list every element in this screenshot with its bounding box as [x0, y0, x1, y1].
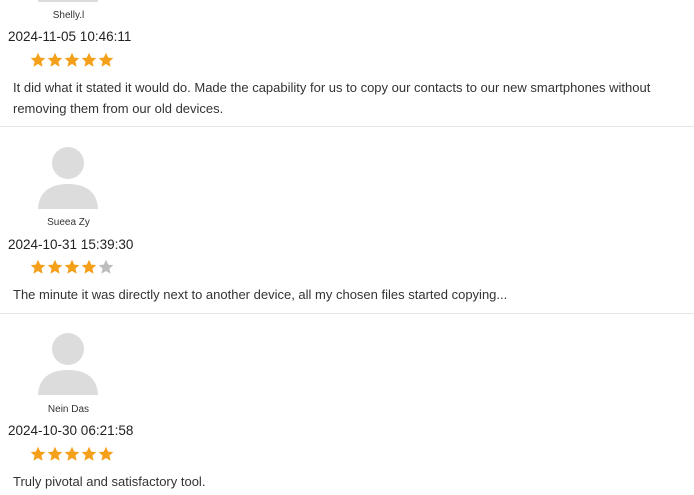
star-filled-icon [81, 52, 97, 68]
star-rating [30, 446, 114, 462]
divider [0, 313, 694, 314]
star-rating [30, 259, 114, 275]
reviewer-name: Nein Das [47, 404, 90, 415]
star-filled-icon [47, 52, 63, 68]
review-text: The minute it was directly next to anoth… [13, 287, 508, 302]
reviewer-name: Sueea Zy [47, 217, 90, 228]
user-avatar [36, 0, 100, 6]
review-text: Truly pivotal and satisfactory tool. [13, 474, 206, 489]
star-filled-icon [64, 259, 80, 275]
review-date: 2024-10-31 15:39:30 [8, 237, 134, 252]
user-avatar [36, 141, 100, 211]
star-filled-icon [64, 52, 80, 68]
star-filled-icon [81, 446, 97, 462]
review-text: It did what it stated it would do. Made … [13, 80, 651, 116]
star-rating [30, 52, 114, 68]
review-date: 2024-10-30 06:21:58 [8, 423, 134, 438]
star-filled-icon [81, 259, 97, 275]
user-avatar [36, 327, 100, 397]
star-filled-icon [47, 259, 63, 275]
star-empty-icon [98, 259, 114, 275]
review-date: 2024-11-05 10:46:11 [8, 29, 132, 44]
divider [0, 126, 694, 127]
star-filled-icon [47, 446, 63, 462]
star-filled-icon [30, 52, 46, 68]
star-filled-icon [30, 446, 46, 462]
star-filled-icon [98, 52, 114, 68]
star-filled-icon [64, 446, 80, 462]
star-filled-icon [30, 259, 46, 275]
star-filled-icon [98, 446, 114, 462]
reviewer-name: Shelly.l [52, 10, 85, 21]
